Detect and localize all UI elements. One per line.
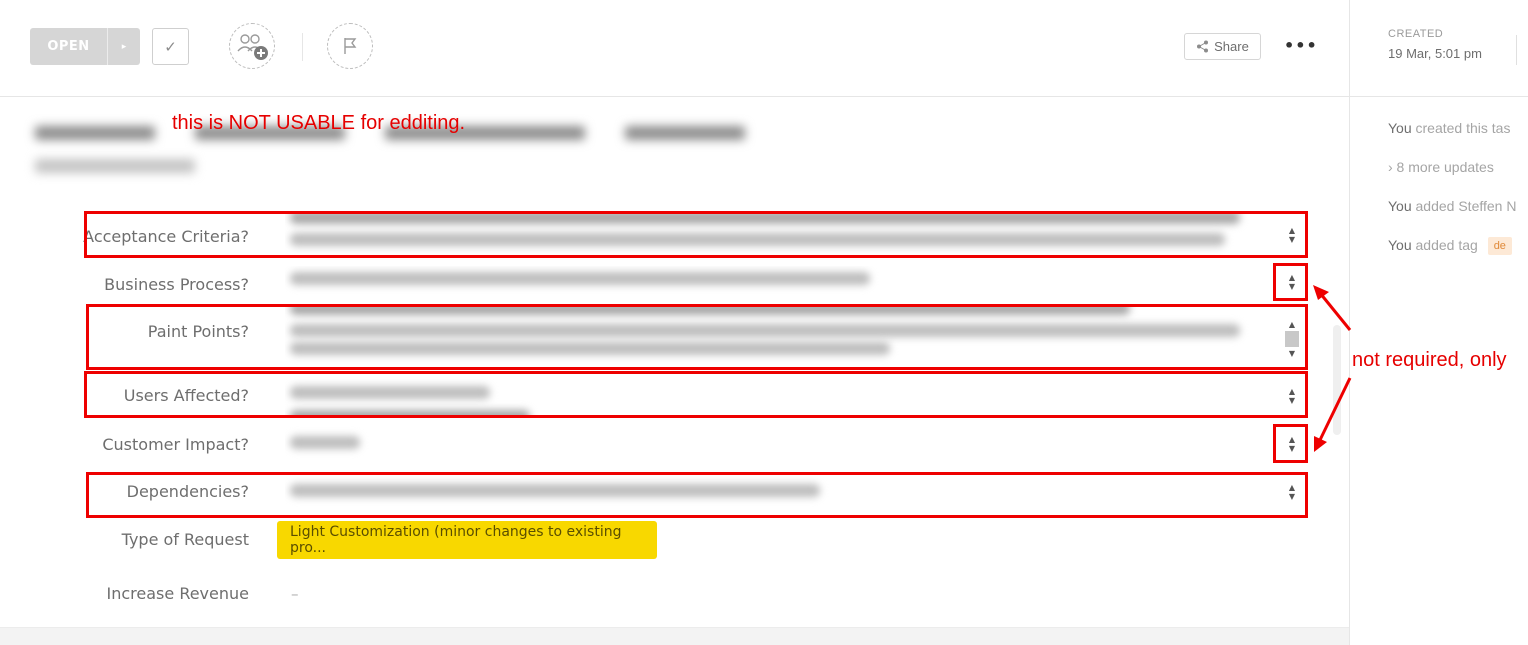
task-view: OPEN ▸ ✓ Share ••• CREATED 19 Mar, 5:01 … [0, 0, 1528, 645]
annotation-arrows [1313, 285, 1352, 452]
